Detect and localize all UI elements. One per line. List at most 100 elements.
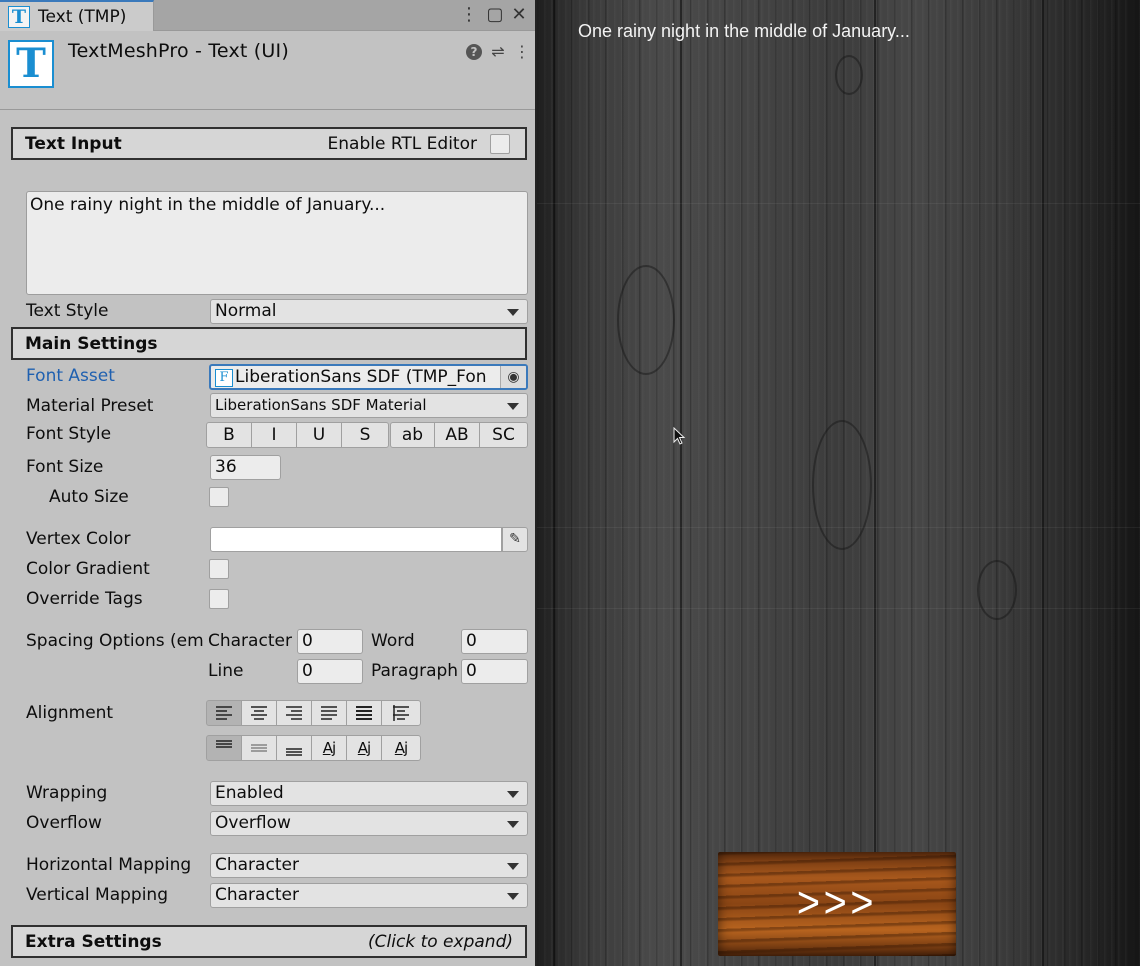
scene-gridline <box>537 203 1140 204</box>
align-left-button[interactable] <box>206 700 242 726</box>
align-center-icon <box>251 706 267 720</box>
vertex-color-swatch[interactable] <box>210 527 502 552</box>
align-center-button[interactable] <box>241 700 277 726</box>
section-extra-settings[interactable]: Extra Settings (Click to expand) <box>11 925 527 958</box>
wrapping-label: Wrapping <box>26 783 108 803</box>
wood-plank-seam <box>680 0 682 966</box>
font-style-smallcaps-button[interactable]: SC <box>479 422 528 448</box>
font-asset-value: LiberationSans SDF (TMP_Fon <box>235 367 487 387</box>
override-tags-label: Override Tags <box>26 589 143 609</box>
align-bottom-button[interactable] <box>276 735 312 761</box>
character-spacing-label: Character <box>208 631 292 651</box>
line-spacing-field[interactable]: 0 <box>297 659 363 684</box>
maximize-icon[interactable]: ▢ <box>484 3 506 27</box>
text-input-area[interactable]: One rainy night in the middle of January… <box>26 191 528 295</box>
align-geometry-center-button[interactable] <box>381 700 421 726</box>
align-midline-glyph: Aj <box>357 739 371 757</box>
eyedropper-icon[interactable]: ✎ <box>502 527 528 552</box>
section-main-settings[interactable]: Main Settings <box>11 327 527 360</box>
component-header: T TextMeshPro - Text (UI) ? ⇌ ⋮ <box>0 32 535 110</box>
align-flush-icon <box>356 706 372 720</box>
paragraph-spacing-field[interactable]: 0 <box>461 659 528 684</box>
character-spacing-field[interactable]: 0 <box>297 629 363 654</box>
next-button[interactable]: >>> <box>718 852 956 956</box>
paragraph-spacing-label: Paragraph <box>371 661 457 681</box>
auto-size-checkbox[interactable] <box>209 487 229 507</box>
align-middle-icon <box>251 744 267 752</box>
character-label-clip: Character <box>208 631 296 653</box>
word-spacing-field[interactable]: 0 <box>461 629 528 654</box>
font-style-bold-button[interactable]: B <box>206 422 252 448</box>
wood-knot <box>835 55 863 95</box>
material-preset-dropdown[interactable]: LiberationSans SDF Material <box>210 393 528 418</box>
font-size-label: Font Size <box>26 457 104 477</box>
section-title: Extra Settings <box>25 932 162 952</box>
align-justified-button[interactable] <box>311 700 347 726</box>
align-baseline-glyph: Aj <box>322 739 336 757</box>
font-style-lowercase-button[interactable]: ab <box>390 422 435 448</box>
color-gradient-checkbox[interactable] <box>209 559 229 579</box>
font-style-uppercase-button[interactable]: AB <box>434 422 480 448</box>
wrapping-dropdown[interactable]: Enabled <box>210 781 528 806</box>
chevron-down-icon <box>507 403 519 410</box>
help-icon[interactable]: ? <box>466 44 482 60</box>
font-asset-label: Font Asset <box>26 366 115 386</box>
font-style-underline-button[interactable]: U <box>296 422 342 448</box>
line-spacing-label: Line <box>208 661 244 681</box>
align-baseline-button[interactable]: Aj <box>311 735 347 761</box>
align-right-icon <box>286 706 302 720</box>
align-midline-button[interactable]: Aj <box>346 735 382 761</box>
rtl-editor-checkbox[interactable] <box>490 134 510 154</box>
font-style-label: Font Style <box>26 424 112 444</box>
next-button-label: >>> <box>796 878 878 927</box>
align-middle-button[interactable] <box>241 735 277 761</box>
align-geometry-icon <box>393 705 409 721</box>
overflow-dropdown[interactable]: Overflow <box>210 811 528 836</box>
auto-size-label: Auto Size <box>49 487 129 507</box>
align-capline-button[interactable]: Aj <box>381 735 421 761</box>
spacing-label-clip: Spacing Options (em <box>26 631 208 653</box>
vertical-mapping-dropdown[interactable]: Character <box>210 883 528 908</box>
font-asset-icon: F <box>215 369 233 387</box>
font-size-field[interactable]: 36 <box>210 455 281 480</box>
align-right-button[interactable] <box>276 700 312 726</box>
component-menu-icon[interactable]: ⋮ <box>512 42 532 62</box>
tab-text-tmp[interactable]: T Text (TMP) <box>0 0 154 31</box>
text-style-label: Text Style <box>26 301 109 321</box>
align-top-button[interactable] <box>206 735 242 761</box>
rtl-editor-label: Enable RTL Editor <box>327 134 477 154</box>
wood-knot <box>617 265 675 375</box>
section-title: Text Input <box>25 134 122 154</box>
horizontal-mapping-label: Horizontal Mapping <box>26 855 192 875</box>
chevron-down-icon <box>507 791 519 798</box>
material-preset-value: LiberationSans SDF Material <box>215 396 427 414</box>
word-spacing-label: Word <box>371 631 415 651</box>
wood-plank-seam <box>1042 0 1044 966</box>
vertical-mapping-label: Vertical Mapping <box>26 885 168 905</box>
game-view[interactable]: One rainy night in the middle of January… <box>537 0 1140 966</box>
chevron-down-icon <box>507 309 519 316</box>
align-justified-icon <box>321 706 337 720</box>
presets-icon[interactable]: ⇌ <box>488 42 508 62</box>
font-style-italic-button[interactable]: I <box>251 422 297 448</box>
mouse-cursor-icon <box>673 427 686 445</box>
text-style-value: Normal <box>215 301 277 321</box>
component-title: TextMeshPro - Text (UI) <box>68 40 289 62</box>
tab-menu-icon[interactable]: ⋮ <box>458 3 480 27</box>
wood-knot <box>812 420 872 550</box>
horizontal-mapping-dropdown[interactable]: Character <box>210 853 528 878</box>
align-top-icon <box>216 740 232 748</box>
align-left-icon <box>216 706 232 720</box>
wood-plank-seam <box>553 0 555 966</box>
font-style-strikethrough-button[interactable]: S <box>341 422 389 448</box>
align-flush-button[interactable] <box>346 700 382 726</box>
font-asset-field[interactable]: F LiberationSans SDF (TMP_Fon ◉ <box>209 364 528 390</box>
vertex-color-label: Vertex Color <box>26 529 131 549</box>
section-text-input[interactable]: Text Input Enable RTL Editor <box>11 127 527 160</box>
click-to-expand-hint: (Click to expand) <box>368 932 513 952</box>
game-dialogue-text: One rainy night in the middle of January… <box>578 21 910 41</box>
close-icon[interactable]: ✕ <box>508 3 530 27</box>
text-style-dropdown[interactable]: Normal <box>210 299 528 324</box>
object-picker-icon[interactable]: ◉ <box>500 366 526 388</box>
override-tags-checkbox[interactable] <box>209 589 229 609</box>
